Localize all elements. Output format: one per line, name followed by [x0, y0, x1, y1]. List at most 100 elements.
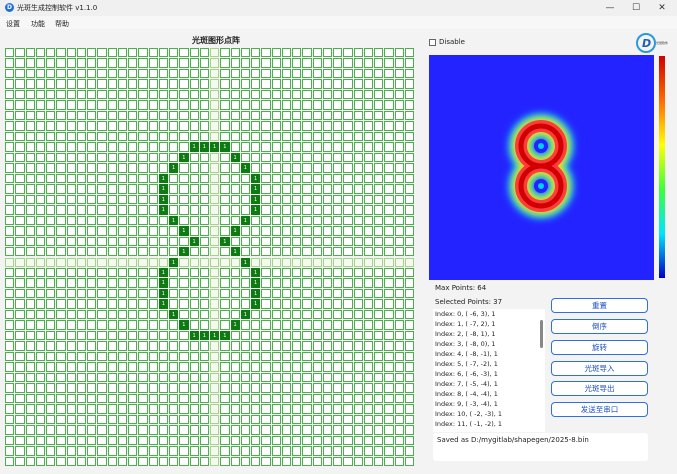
- grid-cell[interactable]: [56, 330, 66, 341]
- grid-cell[interactable]: [35, 152, 45, 163]
- grid-cell[interactable]: [148, 372, 158, 383]
- grid-cell[interactable]: [312, 110, 322, 121]
- grid-cell[interactable]: [179, 435, 189, 446]
- grid-cell[interactable]: [333, 372, 343, 383]
- grid-cell[interactable]: [333, 278, 343, 288]
- grid-cell[interactable]: [35, 215, 45, 226]
- grid-cell[interactable]: [353, 100, 363, 110]
- grid-cell[interactable]: [261, 48, 271, 58]
- grid-cell[interactable]: [404, 226, 414, 236]
- grid-cell[interactable]: [404, 194, 414, 205]
- grid-cell[interactable]: [312, 226, 322, 236]
- grid-cell[interactable]: [138, 215, 148, 226]
- grid-cell[interactable]: [343, 89, 353, 100]
- grid-cell[interactable]: [148, 446, 158, 456]
- grid-cell[interactable]: [404, 173, 414, 184]
- grid-cell[interactable]: [374, 393, 384, 404]
- grid-cell[interactable]: [128, 309, 138, 320]
- grid-cell[interactable]: [343, 372, 353, 383]
- grid-cell[interactable]: [210, 89, 220, 100]
- grid-cell[interactable]: [333, 48, 343, 58]
- grid-cell[interactable]: [199, 89, 209, 100]
- grid-cell[interactable]: [25, 247, 35, 257]
- grid-cell[interactable]: [343, 435, 353, 446]
- grid-cell[interactable]: [199, 247, 209, 257]
- grid-cell[interactable]: [107, 404, 117, 414]
- grid-cell[interactable]: [107, 278, 117, 288]
- grid-cell[interactable]: [128, 215, 138, 226]
- grid-cell[interactable]: [169, 288, 179, 299]
- grid-cell[interactable]: [251, 226, 261, 236]
- grid-cell[interactable]: [158, 404, 168, 414]
- grid-cell[interactable]: [251, 351, 261, 362]
- grid-cell[interactable]: [5, 299, 15, 309]
- grid-cell[interactable]: [46, 215, 56, 226]
- grid-cell[interactable]: [56, 142, 66, 152]
- grid-cell[interactable]: [322, 414, 332, 425]
- grid-cell[interactable]: [158, 309, 168, 320]
- grid-cell[interactable]: [128, 236, 138, 247]
- grid-cell[interactable]: [56, 288, 66, 299]
- grid-cell[interactable]: [97, 205, 107, 215]
- grid-cell[interactable]: [117, 404, 127, 414]
- grid-cell[interactable]: [322, 351, 332, 362]
- grid-cell[interactable]: [87, 393, 97, 404]
- grid-cell[interactable]: [292, 48, 302, 58]
- grid-cell[interactable]: [251, 121, 261, 131]
- grid-cell[interactable]: [404, 100, 414, 110]
- grid-cell[interactable]: [138, 320, 148, 330]
- grid-cell[interactable]: [56, 194, 66, 205]
- grid-cell[interactable]: [394, 404, 404, 414]
- grid-cell[interactable]: [302, 257, 312, 267]
- grid-cell[interactable]: [302, 173, 312, 184]
- grid-cell[interactable]: [66, 215, 76, 226]
- grid-cell[interactable]: [66, 205, 76, 215]
- grid-cell[interactable]: [404, 257, 414, 267]
- grid-cell[interactable]: [189, 425, 199, 435]
- grid-cell[interactable]: [384, 435, 394, 446]
- grid-cell[interactable]: [322, 288, 332, 299]
- grid-cell[interactable]: [189, 131, 199, 142]
- grid-cell[interactable]: [343, 393, 353, 404]
- grid-cell[interactable]: [261, 257, 271, 267]
- grid-cell[interactable]: [292, 446, 302, 456]
- grid-cell[interactable]: [117, 184, 127, 194]
- grid-cell[interactable]: [210, 68, 220, 79]
- grid-cell[interactable]: [128, 89, 138, 100]
- grid-cell[interactable]: [76, 226, 86, 236]
- grid-cell[interactable]: [158, 226, 168, 236]
- grid-cell[interactable]: [97, 425, 107, 435]
- grid-cell[interactable]: [87, 362, 97, 372]
- grid-cell[interactable]: [240, 173, 250, 184]
- grid-cell-on[interactable]: 1: [251, 205, 261, 215]
- grid-cell[interactable]: [271, 278, 281, 288]
- grid-cell[interactable]: [302, 278, 312, 288]
- grid-cell[interactable]: [5, 320, 15, 330]
- grid-cell[interactable]: [148, 456, 158, 466]
- grid-cell[interactable]: [353, 236, 363, 247]
- grid-cell[interactable]: [15, 351, 25, 362]
- grid-cell[interactable]: [363, 184, 373, 194]
- grid-cell[interactable]: [76, 68, 86, 79]
- grid-cell[interactable]: [302, 58, 312, 68]
- grid-cell[interactable]: [199, 351, 209, 362]
- grid-cell[interactable]: [271, 341, 281, 351]
- grid-cell[interactable]: [25, 330, 35, 341]
- grid-cell[interactable]: [292, 184, 302, 194]
- grid-cell[interactable]: [97, 257, 107, 267]
- grid-cell[interactable]: [138, 194, 148, 205]
- grid-cell[interactable]: [158, 351, 168, 362]
- grid-cell[interactable]: [5, 226, 15, 236]
- grid-cell[interactable]: [210, 288, 220, 299]
- grid-cell[interactable]: [384, 184, 394, 194]
- grid-cell[interactable]: [312, 309, 322, 320]
- grid-cell[interactable]: [394, 58, 404, 68]
- grid-cell[interactable]: [5, 341, 15, 351]
- grid-cell[interactable]: [333, 205, 343, 215]
- grid-cell[interactable]: [230, 163, 240, 173]
- grid-cell[interactable]: [322, 341, 332, 351]
- grid-cell[interactable]: [169, 425, 179, 435]
- grid-cell[interactable]: [15, 309, 25, 320]
- grid-cell[interactable]: [333, 58, 343, 68]
- grid-cell[interactable]: [66, 267, 76, 278]
